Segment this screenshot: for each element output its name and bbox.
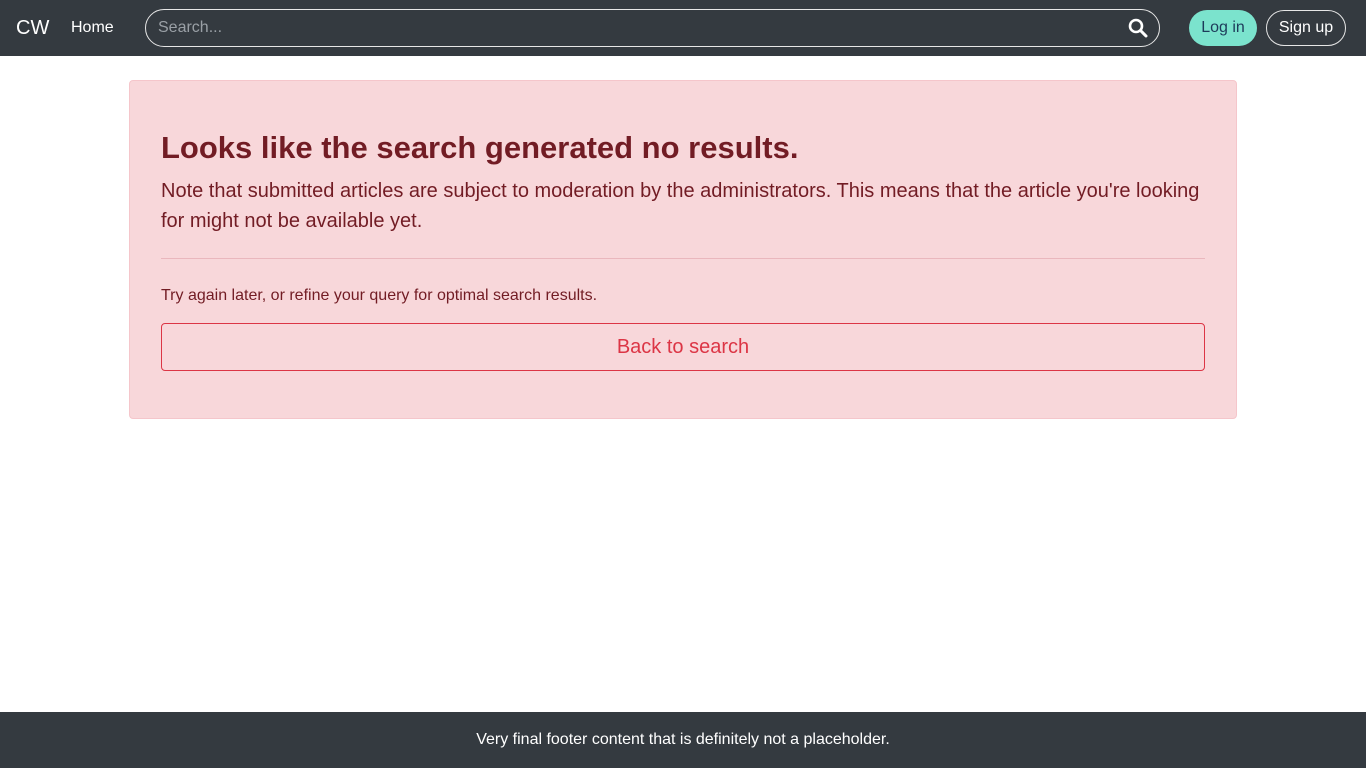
alert-lead-text: Note that submitted articles are subject… [161, 180, 1200, 232]
nav-home-link[interactable]: Home [71, 18, 114, 38]
search-input[interactable] [158, 10, 1118, 46]
page-footer: Very final footer content that is defini… [0, 712, 1366, 768]
alert-note: Try again later, or refine your query fo… [161, 287, 598, 304]
search-bar [145, 9, 1160, 47]
top-navbar: CW Home Log in Sign up [0, 0, 1366, 56]
login-button[interactable]: Log in [1189, 10, 1257, 46]
signup-button[interactable]: Sign up [1266, 10, 1346, 46]
search-button[interactable] [1127, 18, 1149, 40]
footer-text: Very final footer content that is defini… [476, 731, 890, 748]
brand-link[interactable]: CW [16, 16, 49, 40]
search-icon [1128, 18, 1148, 38]
alert-heading: Looks like the search generated no resul… [161, 130, 799, 165]
no-results-alert: Looks like the search generated no resul… [129, 80, 1237, 419]
alert-divider [161, 258, 1205, 259]
back-to-search-button[interactable]: Back to search [161, 323, 1205, 371]
